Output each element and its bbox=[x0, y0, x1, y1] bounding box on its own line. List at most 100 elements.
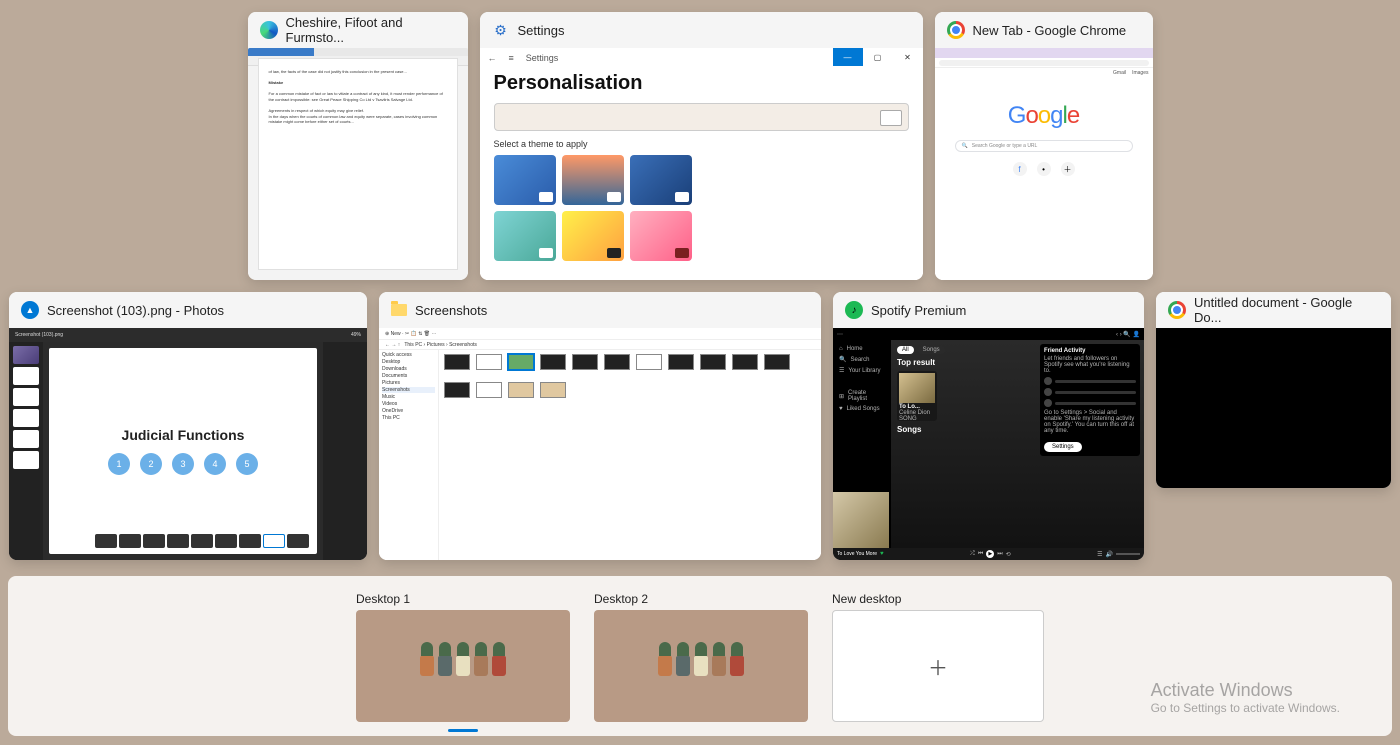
window-title: Spotify Premium bbox=[871, 303, 966, 318]
window-title: Cheshire, Fifoot and Furmsto... bbox=[286, 15, 456, 45]
desktop-label: Desktop 1 bbox=[356, 592, 570, 606]
slide-bullet: 4 bbox=[204, 453, 226, 475]
maximize-button[interactable]: ▢ bbox=[863, 48, 893, 66]
shuffle-icon[interactable]: ⤮ bbox=[970, 551, 975, 558]
file-item[interactable] bbox=[443, 382, 471, 406]
file-item[interactable] bbox=[571, 354, 599, 378]
prev-icon[interactable]: ⏮ bbox=[978, 551, 983, 558]
theme-option[interactable] bbox=[630, 155, 692, 205]
task-window-photos[interactable]: ▲ Screenshot (103).png - Photos Screensh… bbox=[9, 292, 367, 560]
task-window-docs[interactable]: Untitled document - Google Do... bbox=[1156, 292, 1391, 488]
file-item[interactable] bbox=[763, 354, 791, 378]
images-link[interactable]: Images bbox=[1132, 70, 1148, 76]
file-item[interactable] bbox=[443, 354, 471, 378]
file-item[interactable] bbox=[539, 382, 567, 406]
file-item[interactable] bbox=[539, 354, 567, 378]
close-button[interactable]: ✕ bbox=[893, 48, 923, 66]
file-item[interactable] bbox=[699, 354, 727, 378]
slide-bullet: 3 bbox=[172, 453, 194, 475]
task-window-explorer[interactable]: Screenshots ⊕ New · ✂ 📋 ⇅ 🗑 ⋯ ← → ↑ This… bbox=[379, 292, 821, 560]
theme-option[interactable] bbox=[494, 155, 556, 205]
theme-option[interactable] bbox=[562, 155, 624, 205]
back-icon[interactable]: ← bbox=[488, 53, 497, 63]
page-title: Personalisation bbox=[480, 68, 923, 103]
nav-liked-songs[interactable]: ♥ Liked Songs bbox=[839, 406, 885, 412]
minimize-button[interactable]: — bbox=[833, 48, 863, 66]
gmail-link[interactable]: Gmail bbox=[1113, 70, 1126, 76]
filter-chip-all[interactable]: All bbox=[897, 346, 914, 354]
file-item[interactable] bbox=[667, 354, 695, 378]
window-thumbnail[interactable] bbox=[1156, 328, 1391, 488]
like-icon[interactable]: ♥ bbox=[880, 551, 884, 557]
slide-bullet: 2 bbox=[140, 453, 162, 475]
window-thumbnail[interactable]: ⊕ New · ✂ 📋 ⇅ 🗑 ⋯ ← → ↑ This PC › Pictur… bbox=[379, 328, 821, 560]
theme-option[interactable] bbox=[630, 211, 692, 261]
add-shortcut[interactable]: ＋ bbox=[1061, 162, 1075, 176]
file-item[interactable] bbox=[507, 354, 535, 378]
shortcut-tile[interactable]: f bbox=[1013, 162, 1027, 176]
file-item[interactable] bbox=[635, 354, 663, 378]
repeat-icon[interactable]: ⟲ bbox=[1006, 551, 1011, 558]
window-thumbnail[interactable]: Gmail Images Google 🔍 Search Google or t… bbox=[935, 48, 1153, 280]
nav-library[interactable]: ☰ Your Library bbox=[839, 367, 885, 374]
theme-option[interactable] bbox=[562, 211, 624, 261]
slide-bullet: 5 bbox=[236, 453, 258, 475]
window-thumbnail[interactable]: of law, the facts of the case did not ju… bbox=[248, 48, 468, 280]
friend-activity-text: Let friends and followers on Spotify see… bbox=[1044, 356, 1136, 374]
activation-watermark: Activate Windows Go to Settings to activ… bbox=[1151, 680, 1340, 715]
filename-label: Screenshot (103).png bbox=[15, 332, 63, 338]
desktop-2[interactable]: Desktop 2 bbox=[594, 592, 808, 722]
file-item[interactable] bbox=[475, 382, 503, 406]
window-title: Untitled document - Google Do... bbox=[1194, 295, 1379, 325]
search-icon: 🔍 bbox=[962, 143, 968, 149]
titlebar: ♪ Spotify Premium bbox=[833, 292, 1144, 328]
search-input[interactable]: 🔍 Search Google or type a URL bbox=[955, 140, 1133, 152]
slide-thumbnail[interactable] bbox=[13, 346, 39, 364]
hamburger-icon[interactable]: ≡ bbox=[509, 53, 514, 63]
breadcrumb: Settings bbox=[526, 53, 559, 63]
settings-button[interactable]: Settings bbox=[1044, 442, 1082, 452]
chrome-icon bbox=[1168, 301, 1186, 319]
slide-bullet: 1 bbox=[108, 453, 130, 475]
window-title: Screenshots bbox=[415, 303, 487, 318]
queue-icon[interactable]: ☰ bbox=[1097, 551, 1102, 558]
slide-title: Judicial Functions bbox=[122, 427, 245, 443]
desktop-1[interactable]: Desktop 1 bbox=[356, 592, 570, 732]
filter-chip-songs[interactable]: Songs bbox=[918, 346, 945, 354]
file-item[interactable] bbox=[731, 354, 759, 378]
task-window-edge[interactable]: Cheshire, Fifoot and Furmsto... of law, … bbox=[248, 12, 468, 280]
slide-thumbnail[interactable] bbox=[13, 451, 39, 469]
nav-home[interactable]: ⌂ Home bbox=[839, 346, 885, 352]
volume-icon[interactable]: 🔊 bbox=[1106, 551, 1113, 558]
file-item[interactable] bbox=[507, 382, 535, 406]
window-thumbnail[interactable]: ← ≡ Settings — ▢ ✕ Personalisation Selec… bbox=[480, 48, 923, 280]
slide-thumbnail[interactable] bbox=[13, 430, 39, 448]
window-title: Settings bbox=[518, 23, 565, 38]
titlebar: Untitled document - Google Do... bbox=[1156, 292, 1391, 328]
play-button[interactable]: ▶ bbox=[986, 550, 994, 558]
photos-icon: ▲ bbox=[21, 301, 39, 319]
file-item[interactable] bbox=[475, 354, 503, 378]
slide-thumbnail[interactable] bbox=[13, 388, 39, 406]
window-thumbnail[interactable]: ⋯ ‹ › 🔍 👤 ⌂ Home 🔍 Search ☰ Your Library… bbox=[833, 328, 1144, 560]
nav-create-playlist[interactable]: ⊞ Create Playlist bbox=[839, 390, 885, 402]
slide-thumbnail[interactable] bbox=[13, 367, 39, 385]
next-icon[interactable]: ⏭ bbox=[997, 551, 1002, 558]
result-card[interactable]: To Lo... Celine Dion SONG bbox=[897, 371, 937, 421]
nav-search[interactable]: 🔍 Search bbox=[839, 356, 885, 363]
slide-thumbnail[interactable] bbox=[13, 409, 39, 427]
file-item[interactable] bbox=[603, 354, 631, 378]
shortcut-tile[interactable]: • bbox=[1037, 162, 1051, 176]
titlebar: New Tab - Google Chrome bbox=[935, 12, 1153, 48]
task-window-chrome-newtab[interactable]: New Tab - Google Chrome Gmail Images Goo… bbox=[935, 12, 1153, 280]
edge-icon bbox=[260, 21, 278, 39]
theme-option[interactable] bbox=[494, 211, 556, 261]
current-theme-preview bbox=[494, 103, 909, 131]
window-thumbnail[interactable]: Screenshot (103).png 49% bbox=[9, 328, 367, 560]
now-playing-title: To Love You More bbox=[837, 551, 877, 557]
friend-activity-title: Friend Activity bbox=[1044, 348, 1136, 354]
window-title: New Tab - Google Chrome bbox=[973, 23, 1127, 38]
task-window-settings[interactable]: ⚙ Settings ← ≡ Settings — ▢ ✕ Per bbox=[480, 12, 923, 280]
task-window-spotify[interactable]: ♪ Spotify Premium ⋯ ‹ › 🔍 👤 ⌂ Home 🔍 Sea… bbox=[833, 292, 1144, 560]
new-desktop[interactable]: New desktop ＋ bbox=[832, 592, 1044, 722]
